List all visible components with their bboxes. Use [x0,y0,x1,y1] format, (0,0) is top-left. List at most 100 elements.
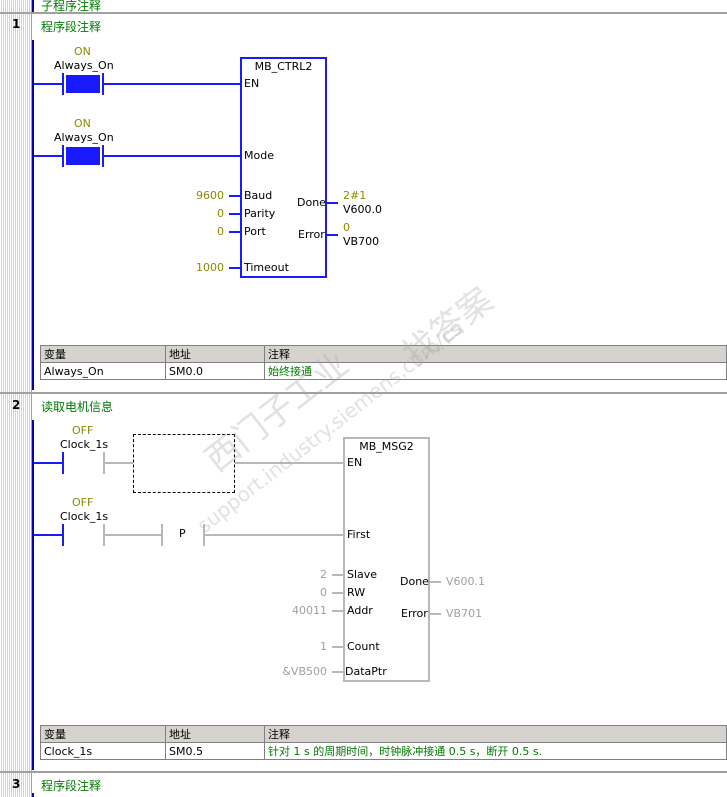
contact-left-bar [62,145,64,167]
wire [34,155,64,157]
timeout-value[interactable]: 1000 [180,261,224,274]
pin-parity: Parity [244,207,276,220]
network-separator [0,12,727,14]
wire [229,213,241,215]
contact-name[interactable]: Clock_1s [60,510,108,523]
contact-left-bar[interactable] [62,452,64,474]
column-header-variable: 变量 [40,725,166,743]
power-rail-1 [32,40,34,390]
column-header-address: 地址 [165,345,265,363]
count-value[interactable]: 1 [270,640,327,653]
p-contact-left-bar [161,524,163,546]
pin-timeout: Timeout [244,261,289,274]
wire [229,231,241,233]
power-rail-3 [32,793,34,797]
wire [332,610,344,612]
block-title: MB_CTRL2 [254,60,313,73]
pin-count: Count [347,640,380,653]
wire [34,534,64,536]
error-address[interactable]: VB700 [343,235,379,248]
wire [326,234,338,236]
pin-en: EN [244,77,260,90]
contact-closed-fill[interactable] [66,75,100,93]
contact-name[interactable]: Always_On [54,131,114,144]
column-header-comment: 注释 [264,345,727,363]
pin-error: Error [401,607,428,620]
symbol-table: 变量 地址 注释 Clock_1s SM0.5 针对 1 s 的周期时间，时钟脉… [40,725,727,760]
contact-state: ON [74,117,91,130]
pin-en: EN [347,456,363,469]
wire [429,581,441,583]
pin-slave: Slave [347,568,378,581]
pin-first: First [347,528,371,541]
symbol-table: 变量 地址 注释 Always_On SM0.0 始终接通 [40,345,727,380]
error-value: 0 [343,221,350,234]
positive-edge-label[interactable]: P [179,527,186,540]
power-rail-2 [32,420,34,770]
done-address[interactable]: V600.0 [343,203,382,216]
pin-port: Port [244,225,266,238]
wire [326,202,338,204]
network-3-comment[interactable]: 程序段注释 [41,777,101,794]
table-cell-variable: Clock_1s [40,742,166,760]
wire [332,646,344,648]
wire [104,83,242,85]
block-title: MB_MSG2 [359,440,414,453]
pin-done: Done [400,575,429,588]
wire [205,534,345,536]
slave-value[interactable]: 2 [270,568,327,581]
contact-closed-fill[interactable] [66,147,100,165]
network-2-comment[interactable]: 读取电机信息 [41,398,113,415]
mb-ctrl2-block[interactable]: MB_CTRL2 [240,57,327,278]
power-rail-top [32,0,34,12]
wire [332,574,344,576]
wire [229,195,241,197]
rw-value[interactable]: 0 [270,586,327,599]
error-address[interactable]: VB701 [446,607,482,620]
contact-state: ON [74,45,91,58]
pin-error: Error [298,228,325,241]
wire [332,592,344,594]
table-cell-comment: 始终接通 [264,362,727,380]
network-number-2[interactable]: 2 [12,398,20,412]
network-separator [0,771,727,773]
contact-name[interactable]: Clock_1s [60,438,108,451]
pin-rw: RW [347,586,366,599]
wire [429,613,441,615]
pin-baud: Baud [244,189,273,202]
wire [229,267,241,269]
done-address[interactable]: V600.1 [446,575,485,588]
baud-value[interactable]: 9600 [180,189,224,202]
table-cell-address: SM0.5 [165,742,265,760]
pin-addr: Addr [347,604,373,617]
table-cell-comment: 针对 1 s 的周期时间，时钟脉冲接通 0.5 s，断开 0.5 s. [264,742,727,760]
wire [332,671,344,673]
network-separator [0,392,727,394]
column-header-address: 地址 [165,725,265,743]
empty-element-placeholder[interactable] [133,434,235,493]
parity-value[interactable]: 0 [180,207,224,220]
contact-state: OFF [72,424,94,437]
done-value: 2#1 [343,189,367,202]
table-cell-address: SM0.0 [165,362,265,380]
table-cell-variable: Always_On [40,362,166,380]
table-row[interactable]: Always_On SM0.0 始终接通 [40,362,727,380]
pin-dataptr: DataPtr [345,665,387,678]
column-header-comment: 注释 [264,725,727,743]
column-header-variable: 变量 [40,345,166,363]
addr-value[interactable]: 40011 [270,604,327,617]
wire [104,155,242,157]
network-number-1[interactable]: 1 [12,17,20,31]
contact-name[interactable]: Always_On [54,59,114,72]
contact-left-bar [62,73,64,95]
dataptr-value[interactable]: &VB500 [270,665,327,678]
pin-mode: Mode [244,149,274,162]
contact-state: OFF [72,496,94,509]
wire [34,462,64,464]
table-row[interactable]: Clock_1s SM0.5 针对 1 s 的周期时间，时钟脉冲接通 0.5 s… [40,742,727,760]
contact-left-bar[interactable] [62,524,64,546]
network-1-comment[interactable]: 程序段注释 [41,18,101,35]
wire [34,83,64,85]
network-number-3[interactable]: 3 [12,777,20,791]
port-value[interactable]: 0 [180,225,224,238]
